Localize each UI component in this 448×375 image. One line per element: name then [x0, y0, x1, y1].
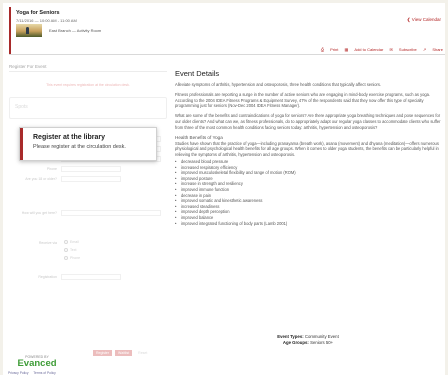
details-subheading: Health Benefits of Yoga	[175, 134, 223, 140]
event-actions: ⎙ Print ▦ Add to Calendar ✉ Subscribe ↗ …	[316, 47, 443, 52]
event-image	[16, 24, 42, 37]
radio-phone-label: Phone	[70, 256, 81, 260]
radio-phone[interactable]: Phone	[64, 256, 81, 261]
registration-field[interactable]	[61, 274, 121, 280]
registration-form: Register For Event This event requires r…	[9, 64, 167, 356]
event-datetime: 7/11/2016 — 10:00 AM - 11:00 AM	[16, 18, 77, 23]
form-title: Register For Event	[9, 64, 167, 72]
radio-label: Receive via	[38, 241, 57, 245]
print-button[interactable]: ⎙ Print	[321, 47, 339, 52]
add-to-calendar-button[interactable]: ▦ Add to Calendar	[345, 47, 384, 52]
privacy-policy-link[interactable]: Privacy Policy	[8, 371, 29, 375]
radio-email[interactable]: Email	[64, 240, 79, 245]
subscribe-label: Subscribe	[398, 47, 417, 52]
select-label: How will you get here?	[21, 211, 57, 215]
form-row: Registration	[9, 274, 167, 282]
benefits-list: decreased blood pressure increased respi…	[175, 159, 441, 226]
alert-heading: Register at the library	[33, 134, 105, 141]
subscribe-button[interactable]: ✉ Subscribe	[389, 47, 416, 52]
terms-link[interactable]: Terms of Policy	[33, 371, 55, 375]
section-label: Spots	[15, 104, 28, 110]
event-types-value: Community Event	[304, 334, 339, 339]
event-details: Event Details Alleviate symptoms of arth…	[175, 69, 441, 226]
event-title: Yoga for Seniors	[16, 10, 60, 16]
footer: POWERED BY Evanced Privacy Policy Terms …	[3, 355, 445, 375]
accent-bar	[9, 7, 11, 54]
extra-label: Registration	[38, 275, 57, 279]
radio-email-label: Email	[70, 240, 79, 244]
page-frame: Yoga for Seniors 7/11/2016 — 10:00 AM - …	[3, 3, 445, 375]
event-location: East Branch — Activity Room	[49, 28, 102, 33]
age-groups-value: Seniors 50+	[310, 340, 334, 345]
form-notice: This event requires registration at the …	[46, 83, 130, 87]
age-groups-label: Age Groups:	[282, 340, 309, 345]
age-groups: Age Groups: Seniors 50+	[175, 340, 441, 346]
transport-select[interactable]	[61, 210, 161, 216]
form-row: How will you get here?	[9, 210, 167, 218]
header-divider	[9, 54, 445, 55]
share-label: Share	[432, 47, 443, 52]
event-meta: Event Types: Community Event Age Groups:…	[175, 334, 441, 346]
share-button[interactable]: ↗ Share	[423, 47, 443, 52]
evanced-logo: Evanced	[17, 358, 57, 369]
details-paragraph: Studies have shown that the practice of …	[175, 140, 439, 158]
print-label: Print	[330, 47, 339, 52]
age-field[interactable]	[61, 176, 121, 182]
form-section: Spots	[9, 97, 167, 119]
event-types-label: Event Types:	[277, 334, 304, 339]
add-to-calendar-label: Add to Calendar	[354, 47, 384, 52]
field-label: Are you 18 or older?	[25, 177, 57, 181]
list-item: improved integrated functioning of body …	[175, 221, 441, 227]
phone-field[interactable]	[61, 166, 121, 172]
radio-text[interactable]: Text	[64, 248, 77, 253]
details-heading: Event Details	[175, 69, 220, 78]
form-row: Phone	[9, 166, 167, 174]
form-row: Are you 18 or older?	[9, 176, 167, 184]
radio-text-label: Text	[70, 248, 77, 252]
details-intro: Alleviate symptoms of arthritis, hyperte…	[175, 82, 382, 87]
details-paragraph: What are some of the benefits and contra…	[175, 113, 441, 130]
event-header: Yoga for Seniors 7/11/2016 — 10:00 AM - …	[9, 7, 445, 55]
footer-links: Privacy Policy Terms of Policy	[8, 371, 60, 375]
registration-alert: Register at the library Please register …	[19, 127, 157, 161]
view-calendar-link[interactable]: ❮ View Calendar	[407, 17, 441, 23]
alert-message: Please register at the circulation desk.	[33, 144, 126, 150]
field-label: Phone	[46, 167, 57, 171]
form-row: Receive via	[9, 240, 167, 248]
details-paragraph: Fitness professionals are reporting a su…	[175, 91, 431, 109]
alert-accent	[20, 128, 23, 160]
